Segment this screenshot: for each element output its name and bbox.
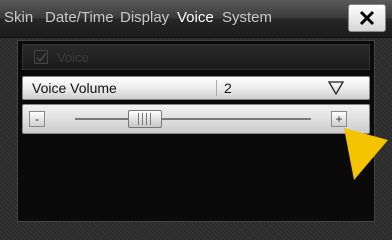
tab-date-time[interactable]: Date/Time — [45, 9, 114, 27]
thumb-grip — [146, 113, 148, 125]
voice-checkbox-row[interactable]: Voice — [22, 44, 370, 70]
slider-thumb[interactable] — [127, 110, 162, 128]
settings-tab-bar: Skin Date/Time Display Voice System — [0, 0, 392, 38]
voice-volume-value: 2 — [224, 80, 232, 96]
tab-skin[interactable]: Skin — [4, 9, 33, 27]
slider-track[interactable] — [75, 110, 311, 128]
dropdown-divider — [216, 80, 217, 96]
tab-system[interactable]: System — [222, 9, 272, 27]
voice-volume-label: Voice Volume — [32, 80, 117, 96]
volume-decrease-button[interactable]: - — [29, 111, 45, 127]
thumb-grip — [142, 113, 144, 125]
voice-volume-dropdown[interactable]: Voice Volume 2 — [22, 76, 370, 100]
pointer-arrow-icon — [344, 128, 388, 180]
close-button[interactable] — [348, 4, 386, 32]
voice-volume-slider: - + — [22, 104, 370, 134]
checkmark-icon — [36, 52, 47, 63]
thumb-grip — [138, 113, 140, 125]
thumb-grip — [150, 113, 152, 125]
triangle-down-icon[interactable] — [328, 80, 344, 96]
close-icon — [359, 10, 375, 26]
tab-voice[interactable]: Voice — [177, 9, 214, 27]
voice-checkbox-label: Voice — [57, 50, 89, 65]
voice-checkbox[interactable] — [34, 50, 48, 64]
tab-display[interactable]: Display — [120, 9, 169, 27]
